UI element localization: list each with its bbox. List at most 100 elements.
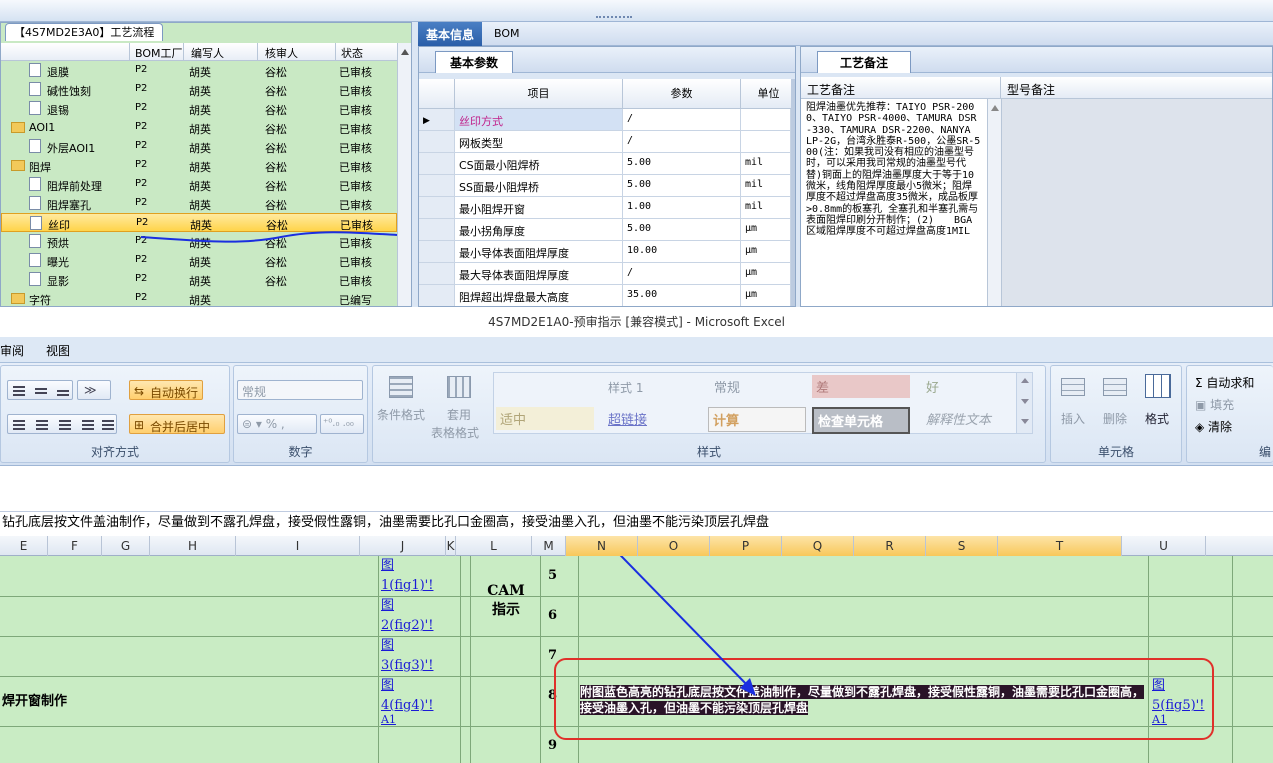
column-header[interactable]: S bbox=[926, 536, 998, 556]
param-row[interactable]: 阻焊超出焊盘最大高度 35.00 μm bbox=[419, 285, 795, 306]
cell-styles-gallery[interactable]: 样式 1 常规 差 好 适中 超链接 计算 检查单元格 解释性文本 bbox=[493, 372, 1033, 434]
table-format-button[interactable]: 套用 bbox=[447, 406, 471, 423]
param-unit[interactable]: μm bbox=[741, 263, 791, 285]
style-1[interactable]: 样式 1 bbox=[604, 377, 647, 398]
formula-text[interactable]: 钻孔底层按文件盖油制作，尽量做到不露孔焊盘，接受假性露铜，油墨需要比孔口金圈高，… bbox=[0, 512, 1273, 536]
tab-basic-params[interactable]: 基本参数 bbox=[435, 51, 514, 73]
column-header[interactable]: I bbox=[236, 536, 360, 556]
vertical-align-buttons[interactable] bbox=[7, 380, 73, 400]
param-value[interactable]: 1.00 bbox=[623, 197, 741, 219]
col-header-unit[interactable]: 单位 bbox=[741, 79, 795, 109]
param-value[interactable]: / bbox=[623, 131, 741, 153]
param-value[interactable]: 5.00 bbox=[623, 175, 741, 197]
row-selector[interactable] bbox=[419, 175, 455, 197]
param-item[interactable]: 最大导体表面阻焊厚度 bbox=[455, 263, 623, 285]
fill-button[interactable]: ▣ 填充 bbox=[1195, 396, 1234, 413]
row-selector[interactable] bbox=[419, 219, 455, 241]
param-value[interactable]: 5.00 bbox=[623, 153, 741, 175]
param-value[interactable]: 10.00 bbox=[623, 241, 741, 263]
param-item[interactable]: CS面最小阻焊桥 bbox=[455, 153, 623, 175]
orientation-button[interactable]: ≫ bbox=[77, 380, 111, 400]
param-item[interactable]: 最小拐角厚度 bbox=[455, 219, 623, 241]
tab-process-remark[interactable]: 工艺备注 bbox=[817, 51, 912, 73]
gallery-up-icon[interactable] bbox=[1021, 378, 1029, 383]
style-check-cell[interactable]: 检查单元格 bbox=[812, 407, 910, 434]
row-selector[interactable] bbox=[419, 263, 455, 285]
col-header-model-remark[interactable]: 型号备注 bbox=[1001, 77, 1272, 99]
process-remark-text[interactable]: 阻焊油墨优先推荐：TAIYO PSR-2000、TAIYO PSR-4000、T… bbox=[801, 99, 987, 306]
column-header[interactable]: U bbox=[1122, 536, 1206, 556]
row-selector[interactable] bbox=[419, 285, 455, 306]
param-item[interactable]: 最小阻焊开窗 bbox=[455, 197, 623, 219]
param-unit[interactable]: μm bbox=[741, 285, 791, 306]
param-row[interactable]: 最小导体表面阻焊厚度 10.00 μm bbox=[419, 241, 795, 263]
param-row[interactable]: 网板类型 / bbox=[419, 131, 795, 153]
column-header[interactable]: O bbox=[638, 536, 710, 556]
param-unit[interactable]: μm bbox=[741, 241, 791, 263]
param-unit[interactable]: mil bbox=[741, 197, 791, 219]
param-unit[interactable]: mil bbox=[741, 175, 791, 197]
col-header-item[interactable]: 项目 bbox=[455, 79, 623, 109]
row-selector[interactable] bbox=[419, 197, 455, 219]
tab-bom[interactable]: BOM bbox=[494, 27, 520, 40]
column-header[interactable]: R bbox=[854, 536, 926, 556]
param-value[interactable]: 5.00 bbox=[623, 219, 741, 241]
tab-review[interactable]: 审阅 bbox=[0, 342, 24, 359]
format-button[interactable]: 格式 bbox=[1145, 410, 1169, 427]
param-unit[interactable] bbox=[741, 109, 791, 131]
param-value[interactable]: 35.00 bbox=[623, 285, 741, 306]
param-item[interactable]: SS面最小阻焊桥 bbox=[455, 175, 623, 197]
tab-basic-info[interactable]: 基本信息 bbox=[418, 22, 483, 46]
column-header[interactable]: H bbox=[150, 536, 236, 556]
param-row[interactable]: 最大导体表面阻焊厚度 / μm bbox=[419, 263, 795, 285]
param-value[interactable]: / bbox=[623, 109, 741, 131]
style-neutral[interactable]: 适中 bbox=[496, 407, 594, 430]
column-header[interactable]: E bbox=[0, 536, 48, 556]
param-item[interactable]: 最小导体表面阻焊厚度 bbox=[455, 241, 623, 263]
style-bad[interactable]: 差 bbox=[812, 375, 910, 398]
row-selector[interactable] bbox=[419, 131, 455, 153]
param-item[interactable]: 网板类型 bbox=[455, 131, 623, 153]
style-calculation[interactable]: 计算 bbox=[708, 407, 806, 432]
formula-bar-area[interactable] bbox=[0, 466, 1273, 512]
param-unit[interactable]: mil bbox=[741, 153, 791, 175]
col-header-value[interactable]: 参数 bbox=[623, 79, 741, 109]
gallery-down-icon[interactable] bbox=[1021, 399, 1029, 404]
remark-scrollbar[interactable] bbox=[987, 99, 1001, 306]
clear-button[interactable]: ◈ 清除 bbox=[1195, 418, 1232, 435]
column-header[interactable]: G bbox=[102, 536, 150, 556]
accounting-percent-buttons[interactable]: ⊜ ▾ % , bbox=[237, 414, 317, 434]
number-format-select[interactable]: 常规 bbox=[237, 380, 363, 400]
scroll-up-icon[interactable] bbox=[991, 105, 999, 111]
splitter-grip[interactable] bbox=[596, 16, 632, 19]
param-unit[interactable] bbox=[741, 131, 791, 153]
merge-center-button[interactable]: ⊞ 合并后居中 bbox=[129, 414, 225, 434]
column-header[interactable]: F bbox=[48, 536, 102, 556]
conditional-format-button[interactable]: 条件格式 bbox=[377, 406, 425, 423]
param-row[interactable]: ▶ 丝印方式 / bbox=[419, 109, 795, 131]
column-header[interactable]: N bbox=[566, 536, 638, 556]
delete-button[interactable]: 删除 bbox=[1103, 410, 1127, 427]
autosum-button[interactable]: Σ 自动求和 bbox=[1195, 374, 1254, 391]
horizontal-align-buttons[interactable] bbox=[7, 414, 117, 434]
param-row[interactable]: 最小阻焊开窗 1.00 mil bbox=[419, 197, 795, 219]
style-explanatory[interactable]: 解释性文本 bbox=[922, 407, 995, 430]
style-hyperlink[interactable]: 超链接 bbox=[604, 407, 651, 430]
gallery-scroll[interactable] bbox=[1016, 373, 1032, 433]
decimal-buttons[interactable]: ⁺⁰.₀ .₀₀ bbox=[320, 414, 364, 434]
row-selector[interactable] bbox=[419, 241, 455, 263]
style-normal[interactable]: 常规 bbox=[710, 375, 744, 398]
column-header[interactable]: K bbox=[446, 536, 456, 556]
column-header[interactable]: T bbox=[998, 536, 1122, 556]
insert-button[interactable]: 插入 bbox=[1061, 410, 1085, 427]
column-header[interactable]: Q bbox=[782, 536, 854, 556]
column-header[interactable]: L bbox=[456, 536, 532, 556]
tab-view[interactable]: 视图 bbox=[46, 342, 70, 359]
column-header[interactable]: M bbox=[532, 536, 566, 556]
model-remark-area[interactable] bbox=[1001, 99, 1272, 306]
wrap-text-button[interactable]: ⇆ 自动换行 bbox=[129, 380, 203, 400]
style-good[interactable]: 好 bbox=[922, 375, 943, 398]
row-selector[interactable]: ▶ bbox=[419, 109, 455, 131]
gallery-more-icon[interactable] bbox=[1021, 419, 1029, 424]
worksheet-grid[interactable]: 焊开窗制作 CAM 指示 56789 图 1(fig1)'! 图 2(fig2)'… bbox=[0, 556, 1273, 763]
